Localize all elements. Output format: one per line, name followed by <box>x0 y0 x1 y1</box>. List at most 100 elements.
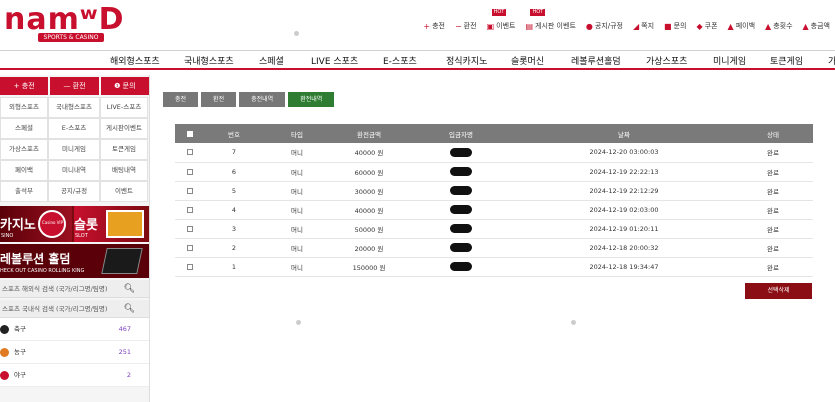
sidebar-menu-item[interactable]: 페이백 <box>0 160 48 181</box>
top-link-6[interactable]: ■ 문의 <box>659 18 691 34</box>
sidebar-inquiry-button[interactable]: ❶ 문의 <box>100 77 149 95</box>
site-logo[interactable]: namʷD SPORTS & CASINO <box>4 2 130 42</box>
row-checkbox[interactable] <box>187 244 193 251</box>
tab-2[interactable]: 충전내역 <box>239 92 286 107</box>
tab-1[interactable]: 환전 <box>201 92 237 107</box>
top-link-label: 이벤트 <box>496 22 516 30</box>
sidebar-menu-item[interactable]: 토큰게임 <box>100 139 148 160</box>
top-link-4[interactable]: ● 공지/규정 <box>581 18 628 34</box>
sidebar-menu-item[interactable]: 게시판이벤트 <box>100 118 148 139</box>
row-type: 머니 <box>263 181 331 201</box>
nav-item-4[interactable]: E-스포츠 <box>383 54 417 67</box>
sport-row[interactable]: 축구 467 <box>0 318 149 341</box>
row-checkbox[interactable] <box>187 263 193 270</box>
row-select-cell[interactable] <box>175 143 205 163</box>
sidebar-menu-item[interactable]: 외형스포츠 <box>0 97 48 118</box>
row-amount: 40000 원 <box>331 200 407 220</box>
row-select-cell[interactable] <box>175 219 205 239</box>
main-nav: 해외형스포츠 국내형스포츠 스페셜 LIVE 스포츠 E-스포츠 정식카지노 슬롯머신 레볼루… <box>0 50 835 70</box>
logo-text: namʷD <box>4 2 125 37</box>
top-link-1[interactable]: − 환전 <box>450 18 482 34</box>
nav-item-2[interactable]: 스페셜 <box>259 54 284 67</box>
top-link-2[interactable]: ▣ 이벤트 HOT <box>482 9 521 34</box>
nav-item-5[interactable]: 정식카지노 <box>446 54 487 67</box>
row-status: 완료 <box>733 181 813 201</box>
nav-item-11[interactable]: 가 <box>828 54 835 67</box>
overseas-sport-search[interactable]: 스포츠 해외식 검색 (국가/리그명/팀명) 🔍︎ <box>0 280 149 298</box>
row-checkbox[interactable] <box>187 168 193 175</box>
sidebar-menu-item[interactable]: 미니게임 <box>48 139 100 160</box>
domestic-sport-search[interactable]: 스포츠 국내식 검색 (국가/리그명/팀명) 🔍︎ <box>0 300 149 318</box>
casino-slot-banner[interactable]: 카지노 SINO Casino VIP 슬롯 SLOT <box>0 206 149 242</box>
row-amount: 20000 원 <box>331 238 407 258</box>
select-all-header[interactable] <box>175 124 205 143</box>
sidebar-menu-item[interactable]: 이벤트 <box>100 181 148 202</box>
sidebar-withdraw-button[interactable]: — 환전 <box>50 77 99 95</box>
sidebar-menu-item[interactable]: 미니내역 <box>48 160 100 181</box>
search-icon[interactable]: 🔍︎ <box>124 300 135 318</box>
sidebar-deposit-button[interactable]: + 충전 <box>0 77 49 95</box>
sidebar-menu-item[interactable]: LIVE-스포츠 <box>100 97 148 118</box>
top-link-9[interactable]: ▲ 충횟수 <box>760 18 797 34</box>
top-link-3[interactable]: ▤ 게시판 이벤트 HOT <box>520 9 580 34</box>
tab-3[interactable]: 환전내역 <box>288 92 335 107</box>
nav-item-8[interactable]: 가상스포츠 <box>646 54 687 67</box>
sport-row[interactable]: 야구 2 <box>0 364 149 387</box>
top-link-0[interactable]: + 충전 <box>418 18 450 34</box>
top-link-7[interactable]: ◆ 쿠폰 <box>692 18 723 34</box>
row-checkbox[interactable] <box>187 187 193 194</box>
nav-item-6[interactable]: 슬롯머신 <box>511 54 544 67</box>
search-icon[interactable]: 🔍︎ <box>124 280 135 298</box>
minus-icon: − <box>454 21 462 31</box>
select-all-checkbox[interactable] <box>187 130 193 137</box>
tab-0[interactable]: 충전 <box>163 92 199 107</box>
row-checkbox[interactable] <box>187 225 193 232</box>
sidebar-menu-item[interactable]: E-스포츠 <box>48 118 100 139</box>
row-select-cell[interactable] <box>175 181 205 201</box>
top-link-10[interactable]: ▲ 충금액 <box>798 18 835 34</box>
sidebar-menu-item[interactable]: 국내형스포츠 <box>48 97 100 118</box>
nav-item-0[interactable]: 해외형스포츠 <box>110 54 160 67</box>
row-checkbox[interactable] <box>187 149 193 156</box>
sport-row[interactable]: 농구 251 <box>0 341 149 364</box>
casino-banner-title: 카지노 <box>0 218 36 233</box>
sidebar-menu-grid: 외형스포츠 국내형스포츠 LIVE-스포츠스페셜 E-스포츠 게시판이벤트가상스포츠 미니… <box>0 97 149 202</box>
nav-item-3[interactable]: LIVE 스포츠 <box>311 54 358 67</box>
holdem-banner-title: 레볼루션 홀덤 <box>0 252 71 266</box>
row-select-cell[interactable] <box>175 257 205 277</box>
column-header: 타입 <box>263 124 331 143</box>
chip-label: Casino VIP <box>42 220 64 225</box>
holdem-banner-sub: HECK OUT CASINO ROLLING KING <box>0 268 85 274</box>
column-header: 환전금액 <box>331 124 407 143</box>
column-header: 날짜 <box>515 124 733 143</box>
top-link-8[interactable]: ▲ 페이백 <box>723 18 760 34</box>
row-select-cell[interactable] <box>175 162 205 182</box>
decorative-dot <box>294 31 299 36</box>
delete-selected-button[interactable]: 선택삭제 <box>745 283 812 299</box>
row-select-cell[interactable] <box>175 200 205 220</box>
sidebar-menu-item[interactable]: 배팅내역 <box>100 160 148 181</box>
top-link-5[interactable]: ◢ 쪽지 <box>628 18 659 34</box>
nav-item-9[interactable]: 미니게임 <box>713 54 746 67</box>
nav-item-7[interactable]: 레볼루션홀덤 <box>571 54 621 67</box>
row-select-cell[interactable] <box>175 238 205 258</box>
row-number: 3 <box>205 219 263 239</box>
sport-list: 축구 467 농구 251 야구 2 <box>0 318 149 387</box>
redacted-name <box>450 224 472 233</box>
sidebar-menu-item[interactable]: 스페셜 <box>0 118 48 139</box>
row-date: 2024-12-18 20:00:32 <box>515 238 733 258</box>
nav-item-1[interactable]: 국내형스포츠 <box>184 54 234 67</box>
sidebar-menu-item[interactable]: 가상스포츠 <box>0 139 48 160</box>
holdem-banner[interactable]: 레볼루션 홀덤 HECK OUT CASINO ROLLING KING <box>0 244 149 278</box>
row-type: 머니 <box>263 219 331 239</box>
history-tabs: 충전 환전 충전내역 환전내역 <box>163 92 335 107</box>
sidebar-menu-item[interactable]: 출석부 <box>0 181 48 202</box>
sidebar-menu-item[interactable]: 공지/규정 <box>48 181 100 202</box>
row-number: 1 <box>205 257 263 277</box>
row-amount: 60000 원 <box>331 162 407 182</box>
nav-item-10[interactable]: 토큰게임 <box>770 54 803 67</box>
column-header: 상태 <box>733 124 813 143</box>
gift-icon: ▣ <box>486 21 495 31</box>
row-checkbox[interactable] <box>187 206 193 213</box>
domestic-search-label: 스포츠 국내식 검색 (국가/리그명/팀명) <box>2 305 108 313</box>
